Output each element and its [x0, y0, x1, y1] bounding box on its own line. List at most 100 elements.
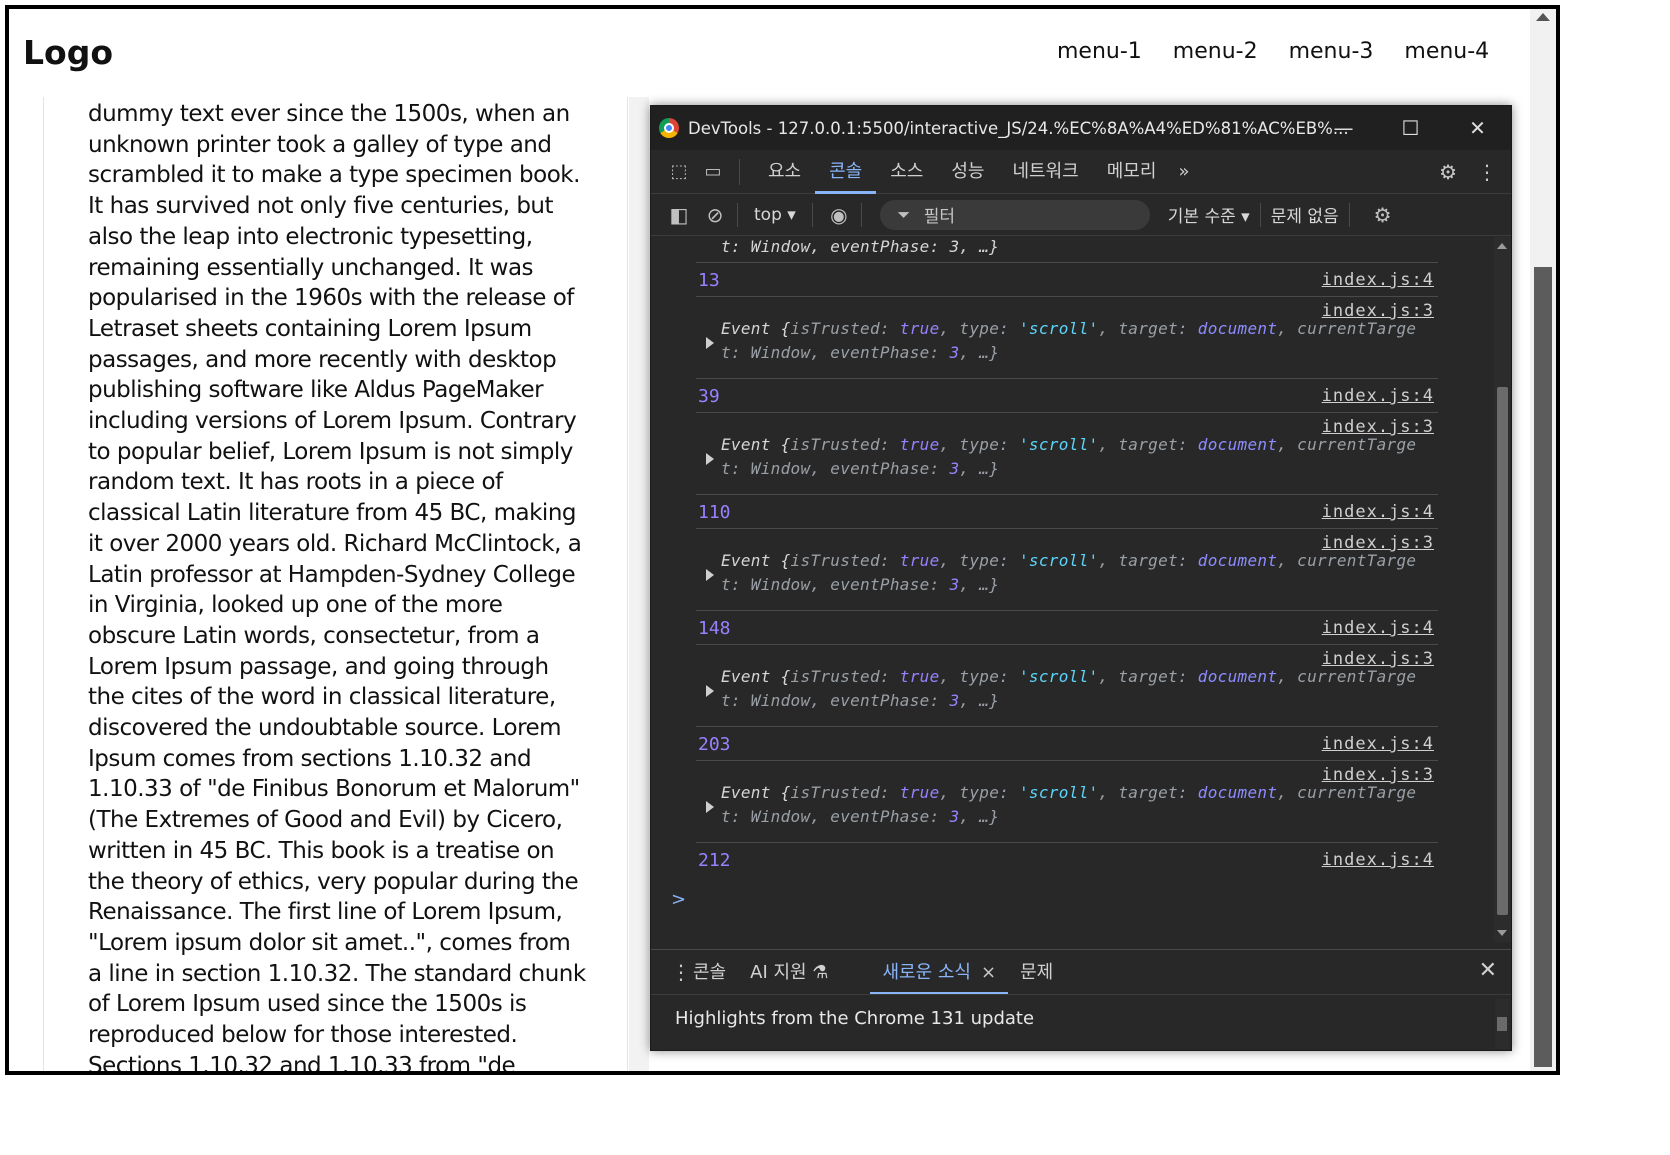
expand-triangle-icon[interactable] [706, 569, 714, 581]
console-event-row[interactable]: index.js:3 Event {isTrusted: true, type: … [696, 296, 1438, 378]
source-link[interactable]: index.js:4 [1322, 502, 1434, 522]
event-summary-line: Event {isTrusted: true, type: 'scroll', … [721, 783, 1417, 802]
source-link[interactable]: index.js:4 [1322, 270, 1434, 290]
close-tab-icon[interactable]: × [981, 962, 996, 983]
source-link[interactable]: index.js:3 [1322, 301, 1434, 321]
article-text: dummy text ever since the 1500s, when an… [88, 101, 586, 1075]
event-summary-line: t: Window, eventPhase: 3, …} [721, 459, 1000, 478]
tab-elements[interactable]: 요소 [754, 150, 815, 194]
live-expression-eye-icon[interactable]: ◉ [827, 203, 851, 227]
console-log-number-row: 110 index.js:4 [696, 494, 1438, 528]
screenshot-frame: Logo menu-1 menu-2 menu-3 menu-4 dummy t… [5, 5, 1560, 1075]
console-prompt-icon[interactable]: > [671, 889, 686, 910]
drawer-tab-ai-assist[interactable]: AI 지원 ⚗ [738, 950, 840, 995]
scroll-up-arrow-icon[interactable] [1497, 243, 1507, 249]
console-log-number-row: 13 index.js:4 [696, 262, 1438, 296]
expand-triangle-icon[interactable] [706, 801, 714, 813]
console-log-number-row: 212 index.js:4 [696, 842, 1438, 876]
drawer-tab-issues[interactable]: 문제 [1008, 950, 1065, 995]
more-tabs-chevron-icon[interactable]: » [1178, 161, 1189, 182]
console-output[interactable]: t: Window, eventPhase: 3, …} > 13 index.j… [651, 237, 1496, 942]
tab-sources[interactable]: 소스 [876, 150, 937, 194]
divider [737, 202, 738, 227]
source-link[interactable]: index.js:3 [1322, 417, 1434, 437]
article-section: dummy text ever since the 1500s, when an… [43, 97, 628, 1075]
drawer-scrollbar[interactable] [1495, 999, 1509, 1049]
page-scrollbar[interactable] [1530, 9, 1556, 1071]
menu-item-4[interactable]: menu-4 [1404, 39, 1489, 64]
drawer-scroll-thumb[interactable] [1497, 1017, 1507, 1031]
site-logo[interactable]: Logo [23, 33, 113, 72]
source-link[interactable]: index.js:4 [1322, 850, 1434, 870]
source-link[interactable]: index.js:4 [1322, 618, 1434, 638]
drawer-tab-console[interactable]: 콘솔 [681, 950, 738, 995]
scroll-down-arrow-icon[interactable] [1497, 930, 1507, 936]
drawer-menu-icon[interactable]: ⋮ [671, 960, 691, 984]
clear-console-icon[interactable]: ⊘ [703, 203, 727, 227]
issues-counter[interactable]: 문제 없음 [1271, 202, 1339, 227]
tab-performance[interactable]: 성능 [937, 150, 998, 194]
tab-console[interactable]: 콘솔 [815, 150, 877, 194]
logged-number: 13 [698, 270, 720, 291]
event-summary-line: t: Window, eventPhase: 3, …} [721, 343, 1000, 362]
event-summary-line: Event {isTrusted: true, type: 'scroll', … [721, 667, 1417, 686]
expand-triangle-icon[interactable] [706, 685, 714, 697]
device-toolbar-icon[interactable]: ▭ [701, 160, 725, 184]
settings-gear-icon[interactable]: ⚙ [1439, 160, 1457, 184]
inspect-element-icon[interactable]: ⬚ [667, 160, 691, 184]
kebab-menu-icon[interactable]: ⋮ [1477, 160, 1497, 184]
devtools-titlebar[interactable]: DevTools - 127.0.0.1:5500/interactive_JS… [651, 106, 1511, 150]
logged-number: 212 [698, 850, 731, 871]
chrome-icon [659, 118, 679, 138]
maximize-icon[interactable]: ☐ [1377, 106, 1444, 150]
source-link[interactable]: index.js:4 [1322, 734, 1434, 754]
drawer-tab-whats-new[interactable]: 새로운 소식 × [870, 950, 1008, 995]
event-summary-line: t: Window, eventPhase: 3, …} [721, 575, 1000, 594]
console-log-number-row: 203 index.js:4 [696, 726, 1438, 760]
expand-triangle-icon[interactable] [706, 453, 714, 465]
menu-item-3[interactable]: menu-3 [1289, 39, 1374, 64]
log-level-select[interactable]: 기본 수준 ▾ [1168, 202, 1250, 227]
context-select[interactable]: top ▾ [748, 205, 802, 225]
tab-memory[interactable]: 메모리 [1093, 150, 1171, 194]
console-settings-gear-icon[interactable]: ⚙ [1374, 203, 1392, 227]
page-scroll-thumb[interactable] [1534, 267, 1552, 1067]
tab-network[interactable]: 네트워크 [999, 150, 1093, 194]
console-event-row[interactable]: index.js:3 Event {isTrusted: true, type: … [696, 644, 1438, 726]
devtools-tabbar: ⬚ ▭ 요소 콘솔 소스 성능 네트워크 메모리 » ⚙ ⋮ [651, 150, 1511, 194]
source-link[interactable]: index.js:3 [1322, 533, 1434, 553]
event-summary-line: t: Window, eventPhase: 3, …} [721, 807, 1000, 826]
close-drawer-icon[interactable]: ✕ [1479, 958, 1497, 983]
source-link[interactable]: index.js:4 [1322, 386, 1434, 406]
console-toolbar: ◧ ⊘ top ▾ ◉ ⏷ 필터 기본 수준 ▾ 문제 없음 ⚙ [651, 194, 1511, 236]
event-summary-line: Event {isTrusted: true, type: 'scroll', … [721, 319, 1417, 338]
console-scrollbar[interactable] [1494, 237, 1511, 942]
console-event-row[interactable]: index.js:3 Event {isTrusted: true, type: … [696, 412, 1438, 494]
close-icon[interactable]: ✕ [1444, 106, 1511, 150]
console-scroll-thumb[interactable] [1497, 387, 1508, 915]
menu-item-1[interactable]: menu-1 [1057, 39, 1142, 64]
event-summary-line: Event {isTrusted: true, type: 'scroll', … [721, 551, 1417, 570]
console-event-row[interactable]: index.js:3 Event {isTrusted: true, type: … [696, 528, 1438, 610]
expand-triangle-icon[interactable] [706, 337, 714, 349]
window-controls: — ☐ ✕ [1310, 106, 1511, 150]
logged-number: 148 [698, 618, 731, 639]
sidebar-toggle-icon[interactable]: ◧ [667, 203, 691, 227]
scroll-up-arrow-icon[interactable] [1536, 13, 1550, 21]
filter-input[interactable]: ⏷ 필터 [879, 199, 1150, 230]
console-event-row[interactable]: index.js:3 Event {isTrusted: true, type: … [696, 760, 1438, 842]
event-summary-line: Event {isTrusted: true, type: 'scroll', … [721, 435, 1417, 454]
whats-new-headline[interactable]: Highlights from the Chrome 131 update [675, 1008, 1034, 1029]
divider [1259, 202, 1261, 227]
console-log-number-row: 39 index.js:4 [696, 378, 1438, 412]
event-summary-line: t: Window, eventPhase: 3, …} [721, 691, 1000, 710]
source-link[interactable]: index.js:3 [1322, 765, 1434, 785]
tabbar-actions: ⚙ ⋮ [1419, 150, 1497, 194]
menu-item-2[interactable]: menu-2 [1173, 39, 1258, 64]
page-gutter [629, 97, 649, 1071]
divider [860, 202, 862, 227]
filter-placeholder: 필터 [923, 207, 956, 227]
minimize-icon[interactable]: — [1310, 106, 1377, 150]
source-link[interactable]: index.js:3 [1322, 649, 1434, 669]
divider [739, 158, 740, 185]
